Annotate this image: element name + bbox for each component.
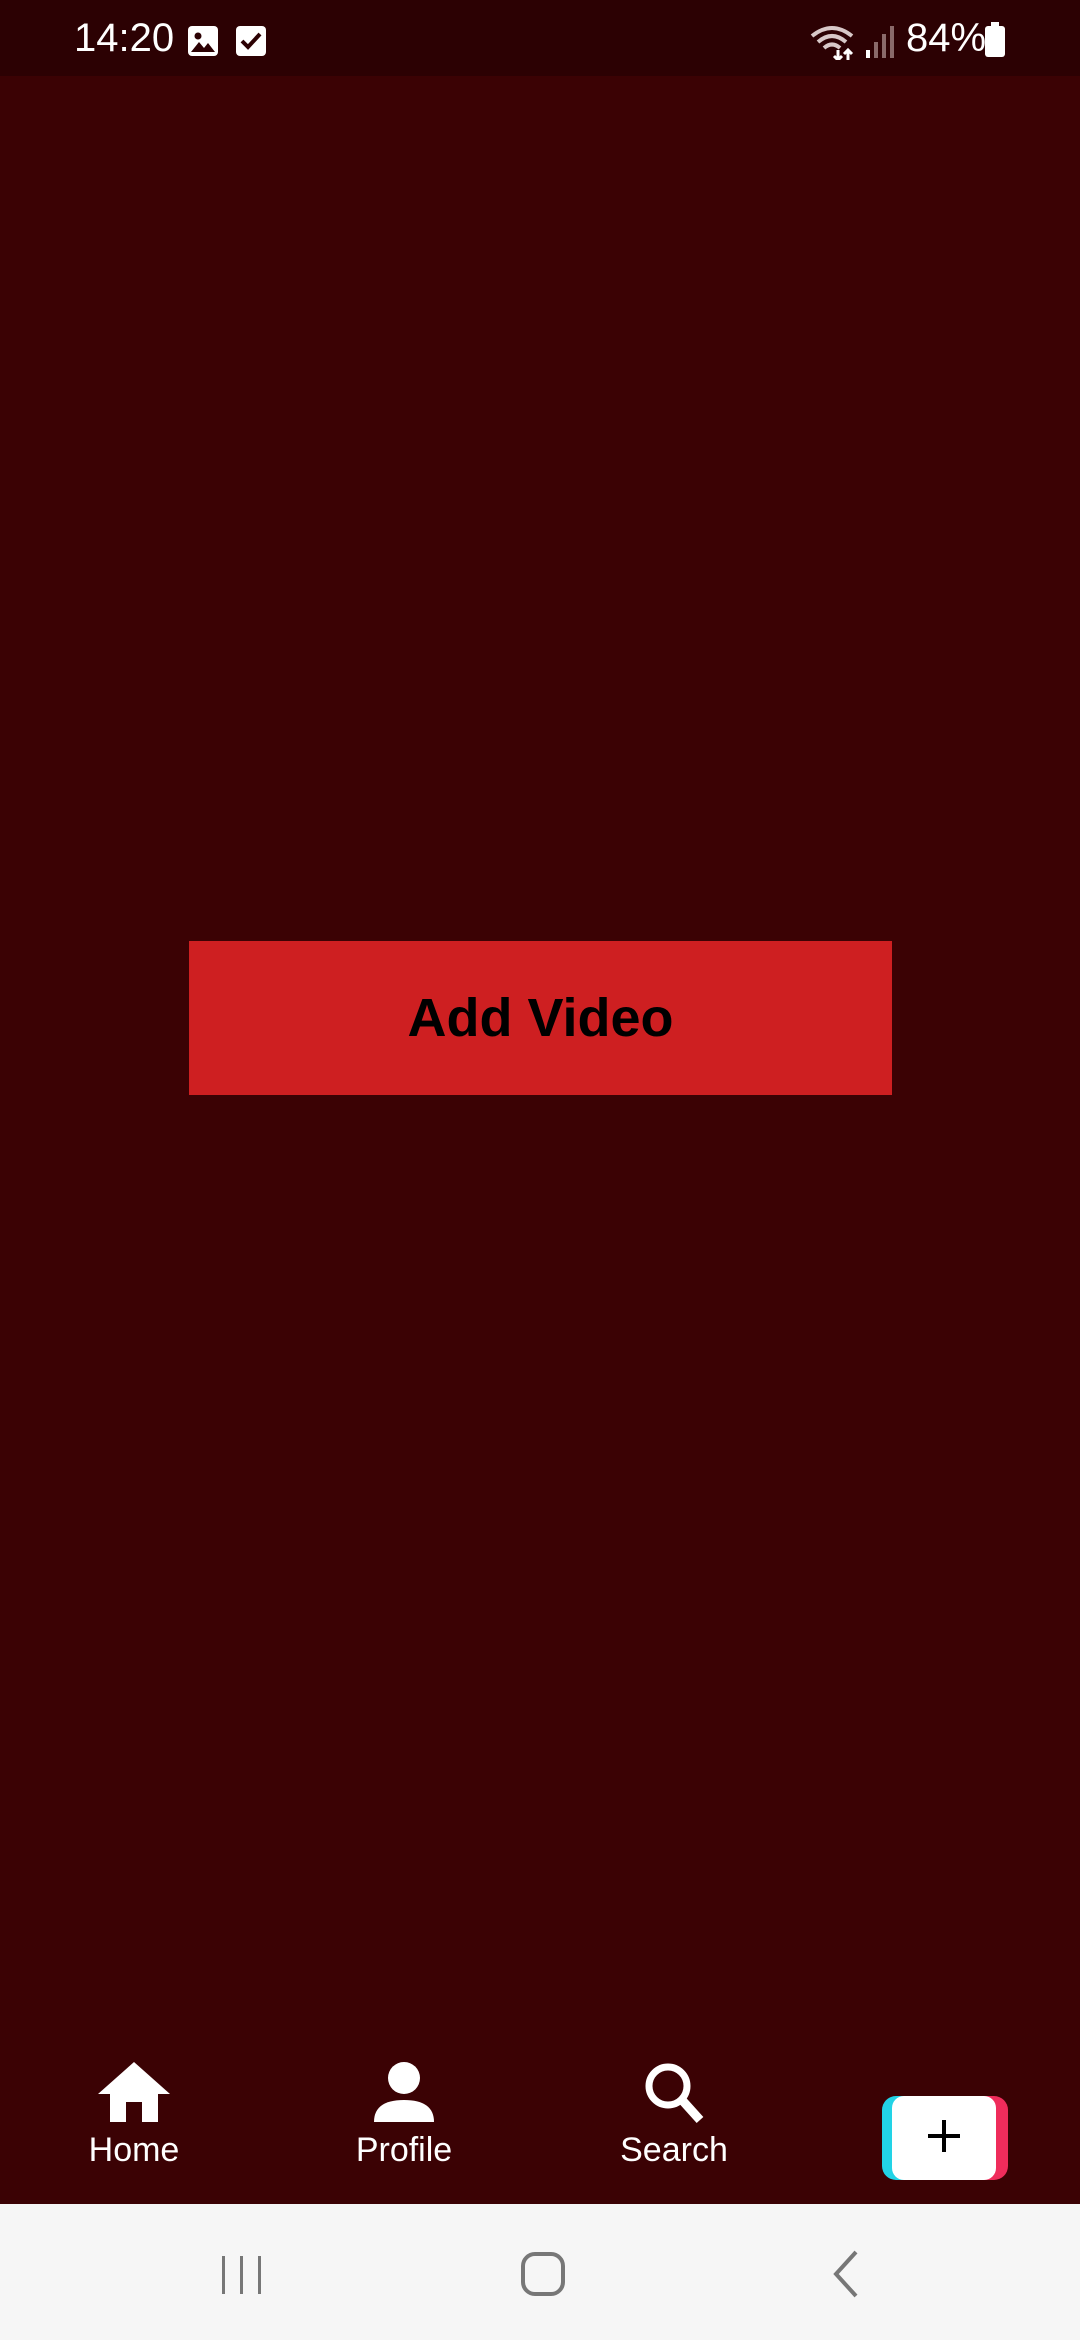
image-icon — [186, 24, 220, 58]
nav-item-profile[interactable]: Profile — [304, 2060, 504, 2200]
system-navigation-bar — [0, 2204, 1080, 2340]
nav-item-home[interactable]: Home — [34, 2060, 234, 2200]
plus-icon — [924, 2116, 964, 2161]
person-icon — [304, 2060, 504, 2124]
home-circle-icon[interactable] — [514, 2244, 574, 2304]
battery-percent: 84% — [906, 16, 987, 60]
signal-icon — [864, 24, 896, 58]
back-icon[interactable] — [818, 2244, 878, 2304]
status-bar: 14:20 84% — [0, 0, 1080, 76]
create-button-face — [892, 2096, 996, 2180]
create-button[interactable] — [882, 2096, 1008, 2180]
nav-item-search[interactable]: Search — [574, 2060, 774, 2200]
nav-label-profile: Profile — [355, 2131, 453, 2169]
nav-label-home: Home — [88, 2131, 180, 2169]
add-video-button[interactable]: Add Video — [189, 941, 892, 1095]
home-icon — [34, 2060, 234, 2124]
nav-label-search: Search — [620, 2131, 728, 2169]
search-icon — [574, 2060, 774, 2124]
wifi-icon — [808, 24, 856, 63]
checkbox-icon — [234, 24, 268, 58]
recent-apps-icon[interactable] — [212, 2244, 272, 2304]
bottom-navigation: Home Profile Search — [0, 2040, 1080, 2204]
battery-icon — [984, 22, 1006, 57]
main-content: Add Video — [0, 76, 1080, 2040]
status-time: 14:20 — [74, 16, 175, 60]
